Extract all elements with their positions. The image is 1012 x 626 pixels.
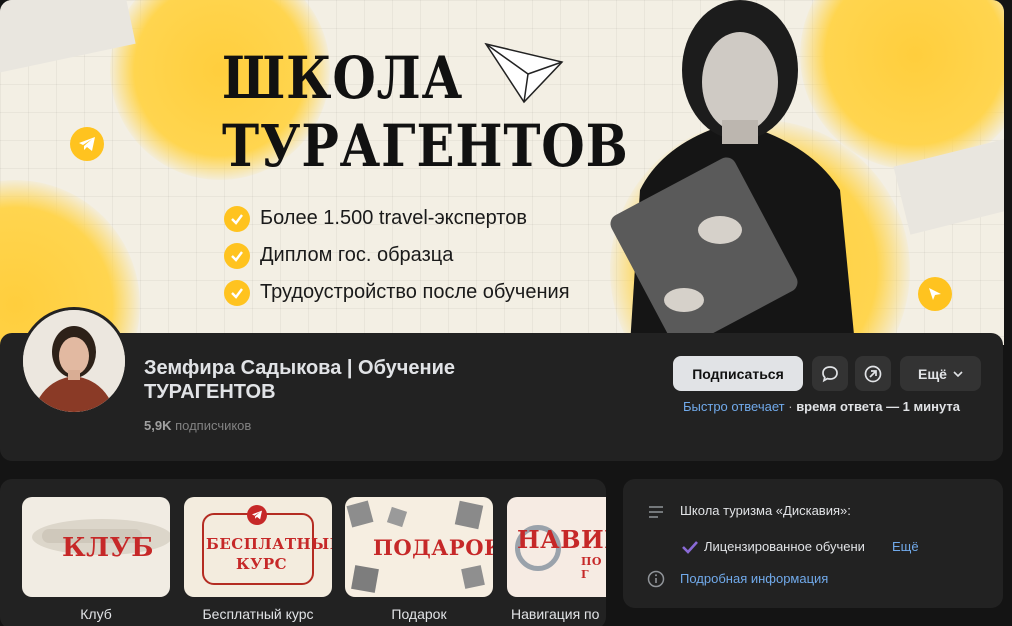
license-text: Лицензированное обучени: [704, 539, 865, 554]
info-icon: [647, 570, 665, 588]
card-caption[interactable]: Навигация по: [507, 606, 606, 622]
gift-box-icon: [351, 565, 379, 593]
card-stamp: НАВИГА: [517, 525, 606, 554]
subscribers-number: 5,9K: [144, 418, 172, 433]
check-icon: [224, 242, 250, 269]
card-caption[interactable]: Клуб: [22, 606, 170, 622]
telegram-icon: [70, 127, 104, 161]
fast-reply-label[interactable]: Быстро отвечает: [683, 399, 785, 414]
woman-photo: [610, 0, 855, 345]
message-button[interactable]: [812, 356, 848, 391]
cover-bullet: Более 1.500 travel-экспертов: [224, 200, 570, 237]
card-stamp: КУРС: [236, 555, 288, 573]
cover-bullet-text: Диплом гос. образца: [260, 244, 454, 266]
card-caption[interactable]: Подарок: [345, 606, 493, 622]
cover-banner: ШКОЛА ТУРАГЕНТОВ Более 1.500 travel-эксп…: [0, 0, 1004, 345]
card-gift[interactable]: ПОДАРОК: [345, 497, 493, 597]
share-icon: [864, 365, 882, 382]
details-link[interactable]: Подробная информация: [680, 571, 828, 586]
text-lines-icon: [649, 506, 663, 518]
cursor-icon: [918, 277, 952, 311]
community-name: Земфира Садыкова | Обучение ТУРАГЕНТОВ: [144, 357, 456, 403]
cover-title: ШКОЛА ТУРАГЕНТОВ: [222, 44, 629, 180]
gift-box-icon: [461, 565, 485, 589]
checkmark-icon: [682, 541, 698, 554]
cover-bullet: Трудоустройство после обучения: [224, 274, 570, 311]
gift-box-icon: [454, 500, 484, 530]
reply-time: Быстро отвечает · время ответа — 1 минут…: [683, 399, 960, 414]
cover-bullet-text: Более 1.500 travel-экспертов: [260, 207, 527, 229]
chevron-down-icon: [953, 370, 963, 377]
card-stamp: ПОДАРОК: [373, 535, 493, 560]
cover-bullet: Диплом гос. образца: [224, 237, 570, 274]
gift-box-icon: [386, 506, 408, 528]
subscribers-label: подписчиков: [175, 418, 252, 433]
more-button-label: Ещё: [918, 365, 947, 382]
card-stamp: ПО Г: [581, 555, 602, 581]
telegram-icon: [247, 505, 267, 525]
card-caption[interactable]: Бесплатный курс: [184, 606, 332, 622]
check-icon: [224, 279, 250, 306]
card-stamp: БЕСПЛАТНЫЙ: [206, 535, 332, 553]
gift-box-icon: [346, 500, 374, 528]
reply-time-value: время ответа — 1 минута: [796, 399, 960, 414]
share-button[interactable]: [855, 356, 891, 391]
subscribe-button[interactable]: Подписаться: [673, 356, 803, 391]
community-page: ШКОЛА ТУРАГЕНТОВ Более 1.500 travel-эксп…: [0, 0, 1012, 626]
message-icon: [822, 365, 838, 382]
avatar[interactable]: [20, 307, 128, 415]
organization-name: Школа туризма «Дискавия»:: [680, 503, 851, 518]
card-free-course[interactable]: БЕСПЛАТНЫЙ КУРС: [184, 497, 332, 597]
check-icon: [224, 205, 250, 232]
paper-plane-icon: [484, 42, 564, 104]
license-more-link[interactable]: Ещё: [892, 539, 919, 554]
more-button[interactable]: Ещё: [900, 356, 981, 391]
cover-bullets: Более 1.500 travel-экспертов Диплом гос.…: [224, 200, 570, 311]
reply-separator: ·: [784, 399, 797, 414]
card-club[interactable]: КЛУБ: [22, 497, 170, 597]
card-stamp: КЛУБ: [62, 533, 154, 563]
cover-bullet-text: Трудоустройство после обучения: [260, 281, 570, 303]
card-navigation[interactable]: НАВИГА ПО Г: [507, 497, 606, 597]
subscribers-count[interactable]: 5,9K подписчиков: [144, 418, 251, 433]
